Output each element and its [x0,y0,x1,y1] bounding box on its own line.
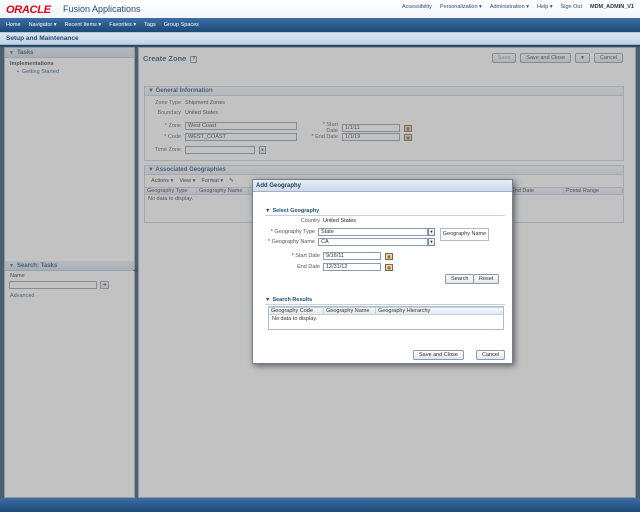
page-title: Setup and Maintenance [6,35,79,42]
country-label: Country [300,218,320,224]
select-geography-title: Select Geography [272,208,320,214]
col-geography-code[interactable]: Geography Code [269,308,324,314]
select-geography-header[interactable]: ▼ Select Geography [265,208,319,214]
nav-tags[interactable]: Tags [144,22,156,28]
collapse-triangle-icon[interactable]: ▼ [265,208,270,214]
dialog-end-date-label: End Date [297,264,320,270]
geography-name-input[interactable]: CA [318,238,428,246]
section-divider [265,215,505,216]
administration-menu[interactable]: Administration ▾ [490,4,529,10]
search-results-title: Search Results [272,297,313,303]
user-name: MDM_ADMIN_V1 [589,4,634,10]
reset-button[interactable]: Reset [473,274,500,284]
search-results-header[interactable]: ▼ Search Results [265,297,312,303]
country-value: United States [323,218,357,224]
section-divider [265,304,505,305]
oracle-logo: ORACLE [6,4,51,16]
dialog-title: Add Geography [253,180,512,192]
calendar-icon[interactable]: ▦ [385,263,393,271]
accessibility-link[interactable]: Accessibility [402,4,432,10]
dialog-start-date-row: * Start Date 9/16/11 ▦ [253,252,393,260]
geography-name-label: Geography Name [271,239,315,245]
geography-name-row: * Geography Name CA ▼ [267,238,435,246]
country-row: Country United States [253,218,356,224]
nav-recent-items[interactable]: Recent Items ▾ [65,22,102,28]
results-table-header: Geography Code Geography Name Geography … [269,307,503,315]
dialog-end-date-row: End Date 12/31/12 ▦ [253,263,393,271]
dialog-save-and-close-button[interactable]: Save and Close [413,350,464,360]
search-results-table: Geography Code Geography Name Geography … [268,306,504,330]
dialog-start-date-input[interactable]: 9/16/11 [323,252,381,260]
sign-out-link[interactable]: Sign Out [561,4,582,10]
col-geography-hierarchy[interactable]: Geography Hierarchy [376,308,503,314]
help-menu[interactable]: Help ▾ [537,4,553,10]
add-geography-dialog: Add Geography ▼ Select Geography Country… [252,179,513,364]
app-name: Fusion Applications [63,4,141,14]
dialog-end-date-input[interactable]: 12/31/12 [323,263,381,271]
geography-type-row: * Geography Type State ▼ [270,228,435,236]
calendar-icon[interactable]: ▦ [385,252,393,260]
nav-navigator[interactable]: Navigator ▾ [29,22,57,28]
geography-type-label: Geography Type [274,229,315,235]
search-button[interactable]: Search [445,274,475,284]
chevron-down-icon[interactable]: ▼ [428,238,435,246]
personalization-menu[interactable]: Personalization ▾ [440,4,482,10]
collapse-triangle-icon[interactable]: ▼ [265,297,270,303]
navigation-bar: Home Navigator ▾ Recent Items ▾ Favorite… [0,18,640,32]
chevron-down-icon[interactable]: ▼ [428,228,435,236]
geography-name-badge: Geography Name [440,228,489,241]
dialog-cancel-button[interactable]: Cancel [476,350,506,360]
dialog-start-date-label: Start Date [295,253,320,259]
user-nav: Accessibility Personalization ▾ Administ… [402,4,634,10]
page-titlebar: Setup and Maintenance [0,33,640,45]
results-no-data: No data to display. [272,316,318,322]
nav-home[interactable]: Home [6,22,21,28]
nav-favorites[interactable]: Favorites ▾ [109,22,136,28]
nav-group-spaces[interactable]: Group Spaces [164,22,199,28]
bottom-bar [0,498,640,512]
geography-type-select[interactable]: State [318,228,428,236]
col-geography-name[interactable]: Geography Name [324,308,376,314]
